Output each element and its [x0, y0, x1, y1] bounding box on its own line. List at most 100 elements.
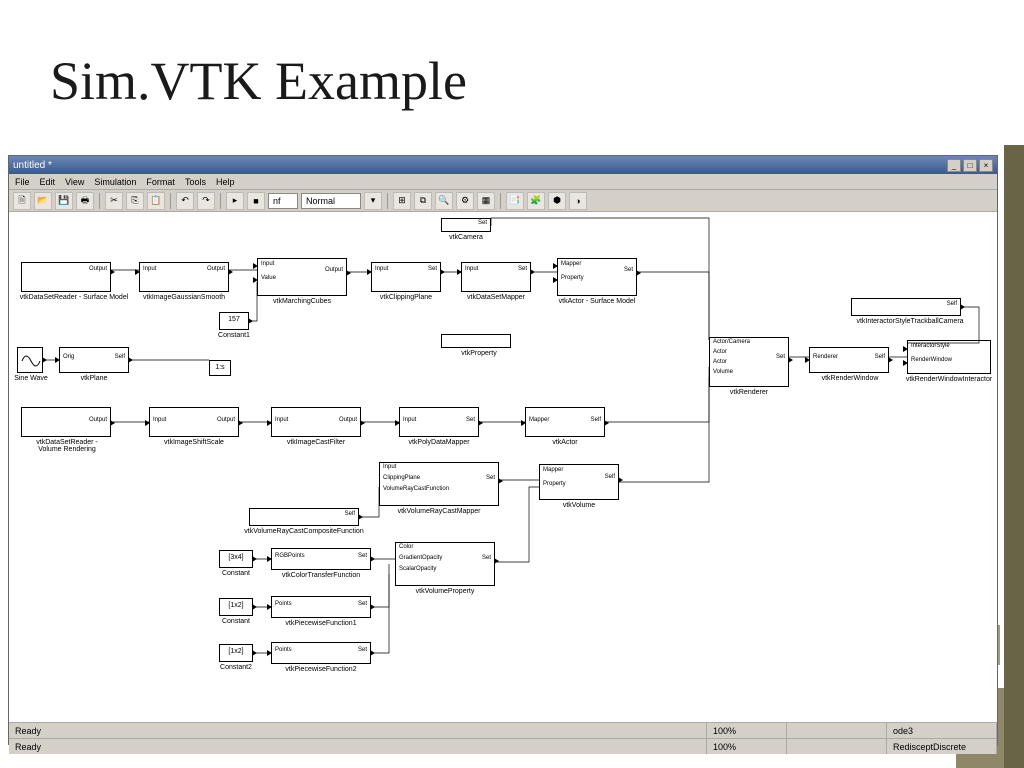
undo-icon[interactable]: ↶: [176, 192, 194, 210]
label-vprop: vtkVolumeProperty: [397, 588, 493, 595]
block-cplane[interactable]: Input Set: [371, 262, 441, 292]
status-bar-outer: Ready 100% RedisceptDiscrete: [9, 738, 997, 754]
block-actor2[interactable]: Mapper Self: [525, 407, 605, 437]
label-reader1: vtkDataSetReader - Surface Model: [9, 294, 139, 301]
window-titlebar[interactable]: untitled * _ □ ×: [9, 156, 997, 174]
open-icon[interactable]: 📂: [34, 192, 52, 210]
label-dmapper: vtkDataSetMapper: [455, 294, 537, 301]
save-icon[interactable]: 💾: [55, 192, 73, 210]
block-vprop[interactable]: Color GradientOpacity ScalarOpacity Set: [395, 542, 495, 586]
tool-icon[interactable]: ⚙: [456, 192, 474, 210]
label-renderwindow: vtkRenderWindow: [805, 375, 895, 382]
menu-format[interactable]: Format: [146, 177, 175, 187]
label-cplane: vtkClippingPlane: [365, 294, 447, 301]
maximize-button[interactable]: □: [963, 159, 977, 172]
menu-edit[interactable]: Edit: [40, 177, 56, 187]
cut-icon[interactable]: ✂: [105, 192, 123, 210]
minimize-button[interactable]: _: [947, 159, 961, 172]
tool-icon[interactable]: ⧉: [414, 192, 432, 210]
menu-simulation[interactable]: Simulation: [94, 177, 136, 187]
block-reader2[interactable]: Output: [21, 407, 111, 437]
label-constant-a: Constant: [215, 570, 257, 577]
block-renderer[interactable]: Actor/Camera Actor Actor Volume Set: [709, 337, 789, 387]
label-volume: vtkVolume: [547, 502, 611, 509]
label-castfilter: vtkImageCastFilter: [271, 439, 361, 446]
label-property: vtkProperty: [449, 350, 509, 357]
label-pw2: vtkPiecewiseFunction2: [265, 666, 377, 673]
label-camera: vtkCamera: [441, 234, 491, 241]
close-button[interactable]: ×: [979, 159, 993, 172]
chevron-down-icon[interactable]: ▾: [364, 192, 382, 210]
block-ctf[interactable]: RGBPoints Set: [271, 548, 371, 570]
paste-icon[interactable]: 📋: [147, 192, 165, 210]
play-icon[interactable]: ▸: [226, 192, 244, 210]
label-vrcf: vtkVolumeRayCastCompositeFunction: [219, 528, 389, 535]
new-icon[interactable]: 🗎: [13, 192, 31, 210]
block-reader1[interactable]: Output: [21, 262, 111, 292]
menu-tools[interactable]: Tools: [185, 177, 206, 187]
block-camera-set[interactable]: Set: [441, 218, 491, 232]
label-constant1: Constant1: [209, 332, 259, 339]
label-plane: vtkPlane: [64, 375, 124, 382]
block-pdmapper[interactable]: Input Set: [399, 407, 479, 437]
label-pdmapper: vtkPolyDataMapper: [393, 439, 485, 446]
block-pw2[interactable]: Points Set: [271, 642, 371, 664]
menu-bar: File Edit View Simulation Format Tools H…: [9, 174, 997, 190]
status-solver: ode3: [887, 723, 997, 738]
block-vrcm[interactable]: Input ClippingPlane VolumeRayCastFunctio…: [379, 462, 499, 506]
label-vrcm: vtkVolumeRayCastMapper: [375, 508, 503, 515]
sine-icon: [21, 351, 41, 371]
block-actor[interactable]: Mapper Property Set: [557, 258, 637, 296]
tool-icon[interactable]: ⊞: [393, 192, 411, 210]
label-sine: Sine Wave: [11, 375, 51, 382]
block-volume[interactable]: Mapper Property Self: [539, 464, 619, 500]
tool-icon[interactable]: ▦: [477, 192, 495, 210]
label-actor2: vtkActor: [529, 439, 601, 446]
block-constant-a[interactable]: [3x4]: [219, 550, 253, 568]
status-ready-outer: Ready: [9, 739, 707, 754]
copy-icon[interactable]: ⎘: [126, 192, 144, 210]
redo-icon[interactable]: ↷: [197, 192, 215, 210]
slide-accent-bar: [1004, 145, 1024, 768]
block-shift[interactable]: Input Output: [149, 407, 239, 437]
window-title: untitled *: [13, 160, 52, 171]
print-icon[interactable]: 🖶: [76, 192, 94, 210]
block-plane[interactable]: Orig Self: [59, 347, 129, 373]
tool-icon[interactable]: 🧩: [527, 192, 545, 210]
tool-icon[interactable]: 🔍: [435, 192, 453, 210]
label-mcubes: vtkMarchingCubes: [257, 298, 347, 305]
status-zoom: 100%: [707, 723, 787, 738]
block-sine[interactable]: [17, 347, 43, 373]
block-mcubes[interactable]: Input Value Output: [257, 258, 347, 296]
block-pw1[interactable]: Points Set: [271, 596, 371, 618]
stop-icon[interactable]: ■: [247, 192, 265, 210]
label-shift: vtkImageShiftScale: [149, 439, 239, 446]
block-constant1[interactable]: 157: [219, 312, 249, 330]
menu-help[interactable]: Help: [216, 177, 235, 187]
menu-file[interactable]: File: [15, 177, 30, 187]
tool-icon[interactable]: ⬢: [548, 192, 566, 210]
block-castfilter[interactable]: Input Output: [271, 407, 361, 437]
block-istyle[interactable]: Self: [851, 298, 961, 316]
step-field[interactable]: nf: [268, 193, 298, 209]
block-constant-c[interactable]: [1x2]: [219, 644, 253, 662]
label-renderer: vtkRenderer: [709, 389, 789, 396]
block-dmapper[interactable]: Input Set: [461, 262, 531, 292]
tool-icon[interactable]: 📑: [506, 192, 524, 210]
tool-icon[interactable]: ◑: [569, 192, 587, 210]
block-vrcf[interactable]: Self: [249, 508, 359, 526]
block-smooth[interactable]: Input Output: [139, 262, 229, 292]
menu-view[interactable]: View: [65, 177, 84, 187]
status-solver-outer: RedisceptDiscrete: [887, 739, 997, 754]
status-bar-inner: Ready 100% ode3: [9, 722, 997, 738]
mode-select[interactable]: Normal: [301, 193, 361, 209]
block-rwi[interactable]: InteractorStyle RenderWindow: [907, 340, 991, 374]
block-constant-b[interactable]: [1x2]: [219, 598, 253, 616]
label-ctf: vtkColorTransferFunction: [265, 572, 377, 579]
block-box[interactable]: 1:s: [209, 360, 231, 376]
label-pw1: vtkPiecewiseFunction1: [265, 620, 377, 627]
block-renderwindow[interactable]: Renderer Self: [809, 347, 889, 373]
label-constant-c: Constant2: [213, 664, 259, 671]
model-canvas[interactable]: Set vtkCamera Output vtkDataSetReader - …: [9, 212, 997, 722]
block-property[interactable]: [441, 334, 511, 348]
